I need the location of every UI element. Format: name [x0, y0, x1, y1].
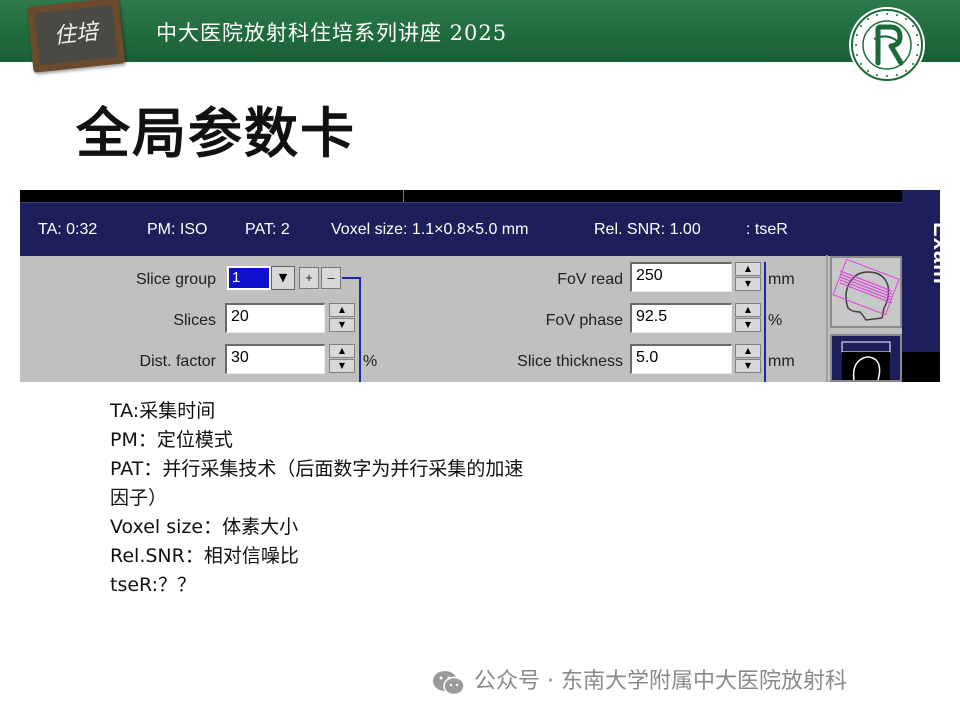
fov-phase-label: FoV phase: [545, 312, 623, 329]
slice-thickness-unit: mm: [768, 353, 795, 370]
lecture-series-title: 中大医院放射科住培系列讲座 2025: [156, 21, 508, 45]
chalkboard-text: 住培: [52, 19, 100, 50]
exam-tab-label: Exam: [929, 222, 940, 285]
fov-phase-input[interactable]: 92.5: [630, 303, 732, 333]
status-voxel-size: Voxel size: 1.1×0.8×5.0 mm: [331, 221, 529, 238]
spin-up-icon[interactable]: ▲: [735, 262, 761, 276]
explanation-notes: TA:采集时间 PM：定位模式 PAT：并行采集技术（后面数字为并行采集的加速 …: [110, 397, 650, 600]
fov-phase-spinner[interactable]: ▲ ▼: [735, 303, 761, 333]
slice-group-select[interactable]: 1: [227, 266, 271, 290]
dist-factor-unit: %: [363, 353, 378, 370]
slice-group-bracket-line: [359, 278, 361, 382]
dist-factor-input[interactable]: 30: [225, 344, 325, 374]
slice-thickness-label: Slice thickness: [517, 353, 623, 370]
status-pat: PAT: 2: [245, 221, 290, 238]
spin-down-icon[interactable]: ▼: [735, 359, 761, 373]
head-localizer-icon: [832, 258, 900, 321]
exam-tab-footer: [902, 352, 940, 382]
note-pat-continued: 因子）: [110, 487, 168, 509]
chalkboard-badge: 住培: [26, 0, 126, 73]
note-ta: TA:采集时间: [110, 400, 216, 422]
header-band: 住培 中大医院放射科住培系列讲座 2025: [0, 0, 960, 83]
dist-factor-spinner[interactable]: ▲ ▼: [329, 344, 355, 374]
wechat-icon: [433, 671, 465, 696]
spin-up-icon[interactable]: ▲: [329, 344, 355, 358]
note-tser: tseR:？？: [110, 574, 197, 596]
slices-spinner[interactable]: ▲ ▼: [329, 303, 355, 333]
slices-input[interactable]: 20: [225, 303, 325, 333]
right-column-line: [764, 262, 766, 382]
spin-up-icon[interactable]: ▲: [329, 303, 355, 317]
slice-group-add-button[interactable]: +: [299, 267, 319, 289]
dist-factor-label: Dist. factor: [139, 353, 216, 370]
spin-down-icon[interactable]: ▼: [735, 318, 761, 332]
chalkboard-surface: 住培: [34, 5, 118, 65]
note-voxel-size: Voxel size：体素大小: [110, 516, 299, 538]
fov-read-spinner[interactable]: ▲ ▼: [735, 262, 761, 292]
topbar-divider: [403, 190, 404, 202]
bracket-top-line: [342, 277, 361, 279]
fov-phase-unit: %: [768, 312, 783, 329]
spin-up-icon[interactable]: ▲: [735, 303, 761, 317]
thumbnail-separator: [826, 255, 828, 382]
slice-group-dropdown-button[interactable]: ▼: [271, 266, 295, 290]
spin-down-icon[interactable]: ▼: [329, 318, 355, 332]
sequence-status-bar: TA: 0:32 PM: ISO PAT: 2 Voxel size: 1.1×…: [20, 202, 902, 256]
slices-label: Slices: [173, 312, 216, 329]
spin-up-icon[interactable]: ▲: [735, 344, 761, 358]
slice-thickness-input[interactable]: 5.0: [630, 344, 732, 374]
note-pm: PM：定位模式: [110, 429, 233, 451]
scanner-parameter-card: TA: 0:32 PM: ISO PAT: 2 Voxel size: 1.1×…: [20, 190, 940, 382]
spin-down-icon[interactable]: ▼: [329, 359, 355, 373]
status-sequence: : tseR: [746, 221, 788, 238]
slide-title: 全局参数卡: [76, 102, 356, 165]
note-pat: PAT：并行采集技术（后面数字为并行采集的加速: [110, 458, 524, 480]
top-black-bar: [20, 190, 902, 202]
fov-read-label: FoV read: [557, 271, 623, 288]
slice-group-label: Slice group: [135, 271, 216, 288]
status-pm: PM: ISO: [147, 221, 208, 238]
head-outline-icon: [841, 341, 891, 381]
hospital-logo-icon: [849, 7, 925, 83]
fov-read-unit: mm: [768, 271, 795, 288]
spin-down-icon[interactable]: ▼: [735, 277, 761, 291]
note-rel-snr: Rel.SNR：相对信噪比: [110, 545, 299, 567]
fov-read-input[interactable]: 250: [630, 262, 732, 292]
status-ta: TA: 0:32: [38, 221, 98, 238]
viewer-thumbnail[interactable]: [830, 334, 902, 382]
watermark-text: 公众号 · 东南大学附属中大医院放射科: [474, 669, 847, 694]
slice-group-remove-button[interactable]: –: [321, 267, 341, 289]
localizer-thumbnail[interactable]: [830, 256, 902, 328]
status-rel-snr: Rel. SNR: 1.00: [594, 221, 701, 238]
slice-thickness-spinner[interactable]: ▲ ▼: [735, 344, 761, 374]
